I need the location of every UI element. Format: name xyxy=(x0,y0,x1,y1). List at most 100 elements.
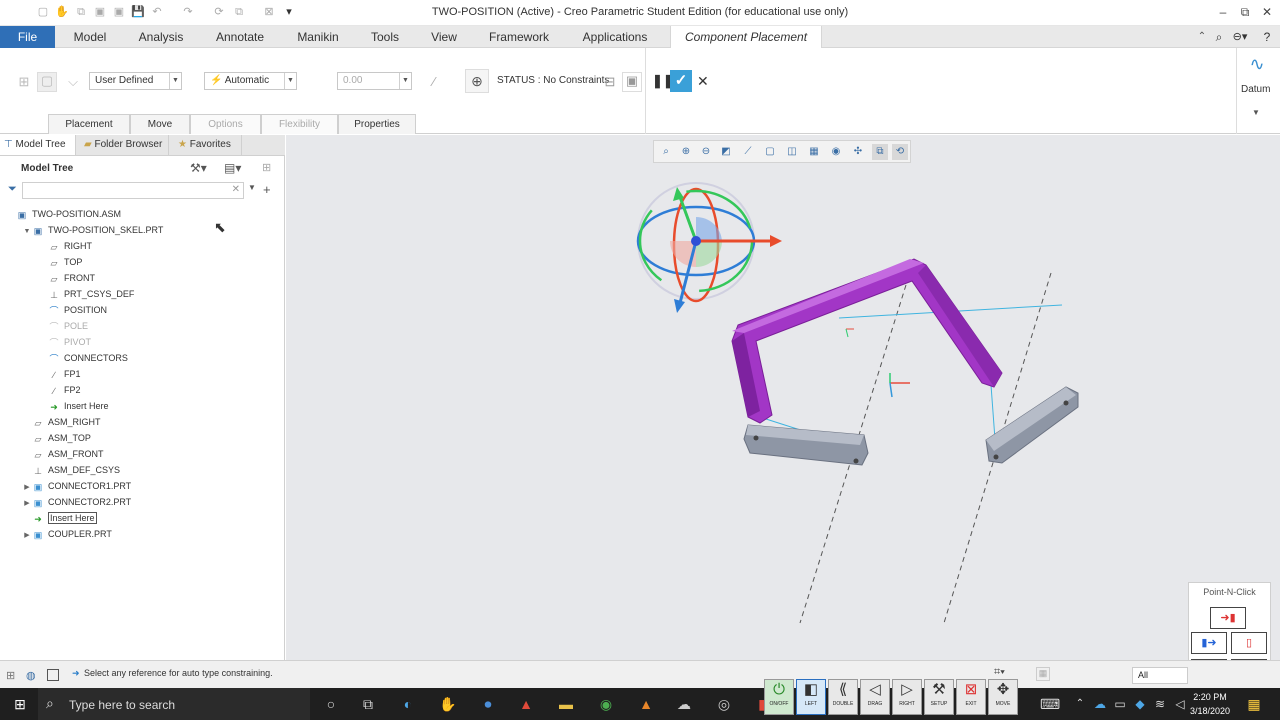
zoom-out-icon[interactable]: ⊖ xyxy=(698,144,714,160)
tree-item[interactable]: ▶ ▣ CONNECTOR2.PRT xyxy=(6,494,281,510)
globe-icon[interactable]: ◍ xyxy=(26,669,36,682)
saved-orientations-icon[interactable]: ◫ xyxy=(784,144,800,160)
remote-onoff-button[interactable]: ⏻ ON/OFF xyxy=(764,679,794,715)
refit-icon[interactable]: ⌕ xyxy=(658,144,674,160)
tree-item[interactable]: ➜ Insert Here xyxy=(6,510,281,526)
menu-framework[interactable]: Framework xyxy=(480,26,558,48)
tab-folder-browser[interactable]: ▰ Folder Browser xyxy=(80,135,169,155)
wifi-icon[interactable]: ≋ xyxy=(1150,694,1170,714)
view-manager-icon[interactable]: ▦ xyxy=(806,144,822,160)
tree-item[interactable]: ▱ TOP xyxy=(6,254,281,270)
remote-exit-button[interactable]: ⊠ EXIT xyxy=(956,679,986,715)
tree-item[interactable]: ▱ ASM_TOP xyxy=(6,430,281,446)
annotation-display-icon[interactable]: ⧉ xyxy=(872,144,888,160)
keyboard-icon[interactable]: ⌨ xyxy=(1040,694,1060,714)
remote-move-button[interactable]: ✥ MOVE xyxy=(988,679,1018,715)
datum-display-icon[interactable]: ✣ xyxy=(850,144,866,160)
menu-model[interactable]: Model xyxy=(62,26,118,48)
binoculars-icon[interactable]: ⌗▾ xyxy=(994,666,1005,679)
remote-drag-button[interactable]: ◁ DRAG xyxy=(860,679,890,715)
tree-item[interactable]: ▱ ASM_RIGHT xyxy=(6,414,281,430)
network-icon[interactable]: ▭ xyxy=(1110,694,1130,714)
file-explorer-icon[interactable]: ▬ xyxy=(556,694,576,714)
datum-curve-icon[interactable]: ∿ xyxy=(1244,54,1270,74)
video-taskbar-icon[interactable]: ⏺ xyxy=(478,694,498,714)
help-icon[interactable]: ? xyxy=(1258,26,1276,48)
spin-center-icon[interactable]: ⟲ xyxy=(892,144,908,160)
remote-setup-button[interactable]: ⚒ SETUP xyxy=(924,679,954,715)
menu-annotate[interactable]: Annotate xyxy=(205,26,275,48)
placement-interface-icon[interactable]: ▢ xyxy=(37,72,57,92)
subtab-properties[interactable]: Properties xyxy=(338,114,416,134)
taskbar-search[interactable]: ⌕ Type here to search xyxy=(38,688,310,720)
menu-view[interactable]: View xyxy=(420,26,468,48)
clock-date[interactable]: 3/18/2020 xyxy=(1186,706,1234,716)
tree-columns-icon[interactable]: ⊞ xyxy=(262,161,271,174)
dragger-icon[interactable]: ⊕ xyxy=(465,69,489,93)
tree-item[interactable]: ➜ Insert Here xyxy=(6,398,281,414)
tree-search-input[interactable]: ✕ xyxy=(22,182,244,199)
tray-chevron-icon[interactable]: ⌃ xyxy=(1070,694,1090,714)
expand-arrow-icon[interactable]: ▶ xyxy=(22,528,32,544)
acrobat-taskbar-icon[interactable]: ▲ xyxy=(516,694,536,714)
menu-tools[interactable]: Tools xyxy=(362,26,408,48)
tree-item[interactable]: ⌒ POLE xyxy=(6,318,281,334)
search-options-icon[interactable]: ▼ xyxy=(248,183,256,192)
matlab-icon[interactable]: ▲ xyxy=(636,694,656,714)
tree-item[interactable]: ⌒ CONNECTORS xyxy=(6,350,281,366)
windows-start-icon[interactable]: ⊞ xyxy=(10,694,30,714)
user-defined-set-icon[interactable]: ⊞ xyxy=(16,74,32,90)
tree-item[interactable]: ▱ FRONT xyxy=(6,270,281,286)
remote-right-button[interactable]: ▷ RIGHT xyxy=(892,679,922,715)
exit-door-icon[interactable]: ➜▮ xyxy=(1210,607,1246,629)
menu-file[interactable]: File xyxy=(0,26,55,48)
cancel-close-icon[interactable]: ✕ xyxy=(697,73,709,90)
tree-item[interactable]: ⌒ PIVOT xyxy=(6,334,281,350)
help-settings-icon[interactable]: ⊖▾ xyxy=(1230,26,1250,48)
tree-item[interactable]: ∕ FP1 xyxy=(6,366,281,382)
datum-label[interactable]: Datum xyxy=(1241,84,1270,95)
tree-item[interactable]: ⌒ POSITION xyxy=(6,302,281,318)
subtab-move[interactable]: Move xyxy=(130,114,190,134)
confirm-check-icon[interactable]: ✓ xyxy=(670,70,692,92)
repaint-icon[interactable]: ◩ xyxy=(718,144,734,160)
full-screen-icon[interactable] xyxy=(47,669,59,681)
maximize-button[interactable]: ⧉ xyxy=(1234,3,1256,21)
tree-item[interactable]: ▼ ▣ TWO-POSITION_SKEL.PRT xyxy=(6,222,281,238)
datum-dropdown-icon[interactable]: ▼ xyxy=(1252,108,1260,117)
3d-dragger[interactable] xyxy=(636,182,782,313)
collapse-arrow-icon[interactable]: ▼ xyxy=(22,224,32,240)
graphics-viewport[interactable] xyxy=(286,135,1280,660)
subtab-placement[interactable]: Placement xyxy=(48,114,130,134)
tree-settings-icon[interactable]: ⚒▾ xyxy=(190,161,207,175)
tree-item[interactable]: ▶ ▣ CONNECTOR1.PRT xyxy=(6,478,281,494)
obs-icon[interactable]: ◎ xyxy=(714,694,734,714)
dropbox-icon[interactable]: ◆ xyxy=(1130,694,1150,714)
cortana-icon[interactable]: ○ xyxy=(321,694,341,714)
left-click-icon[interactable]: ▮➜ xyxy=(1191,632,1227,654)
menu-applications[interactable]: Applications xyxy=(572,26,658,48)
clock-time[interactable]: 2:20 PM xyxy=(1186,692,1234,702)
tree-item[interactable]: ▱ RIGHT xyxy=(6,238,281,254)
add-filter-icon[interactable]: + xyxy=(263,182,271,197)
selection-icon[interactable]: ▦ xyxy=(1036,667,1050,681)
clear-icon[interactable]: ✕ xyxy=(232,184,240,195)
search-icon[interactable]: ⌕ xyxy=(1212,26,1226,48)
menu-analysis[interactable]: Analysis xyxy=(128,26,194,48)
task-view-icon[interactable]: ⧉ xyxy=(358,694,378,714)
tree-item[interactable]: ▣ TWO-POSITION.ASM xyxy=(6,206,281,222)
offset-input[interactable]: 0.00 ▼ xyxy=(337,72,412,90)
filter-icon[interactable]: ⏷ xyxy=(8,183,17,196)
flip-icon[interactable]: ⁄ xyxy=(426,74,442,90)
close-button[interactable]: ✕ xyxy=(1256,3,1278,21)
app-icon[interactable]: ☁ xyxy=(674,694,694,714)
onedrive-icon[interactable]: ☁ xyxy=(1090,694,1110,714)
minimize-button[interactable]: – xyxy=(1212,3,1234,21)
tab-model-tree[interactable]: ⊤ Model Tree xyxy=(0,135,76,155)
creo-taskbar-icon[interactable]: ◐ xyxy=(398,694,418,714)
selection-filter-select[interactable]: All xyxy=(1132,667,1188,684)
tree-item[interactable]: ⊥ PRT_CSYS_DEF xyxy=(6,286,281,302)
menu-manikin[interactable]: Manikin xyxy=(287,26,349,48)
display-style-icon[interactable]: ▢ xyxy=(762,144,778,160)
remote-double-button[interactable]: ⟪ DOUBLE xyxy=(828,679,858,715)
